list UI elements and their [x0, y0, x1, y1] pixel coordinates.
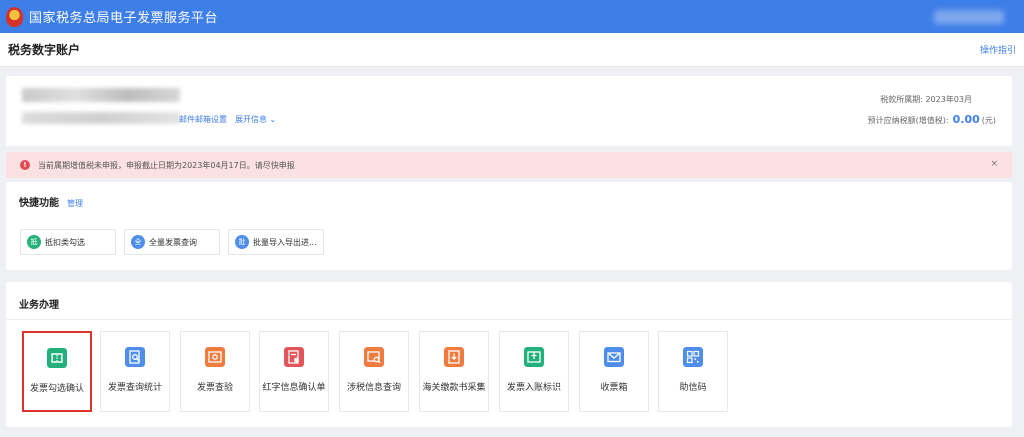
- account-summary-card: 邮件邮箱设置 展开信息 ⌄ 税款所属期: 2023年03月 预计应纳税额(增值税…: [6, 76, 1012, 146]
- full-query-badge-icon: 全: [131, 235, 145, 249]
- operation-guide-link[interactable]: 操作指引: [980, 43, 1016, 56]
- tile-invoice-verify[interactable]: 发票查验: [180, 331, 250, 412]
- tile-credit-code[interactable]: 助信码: [658, 331, 728, 412]
- red-letter-icon: [284, 347, 304, 367]
- quick-item-deduction-selection[interactable]: 抵 抵扣类勾选: [20, 229, 116, 255]
- page-title: 税务数字账户: [8, 43, 81, 57]
- batch-badge-icon: 批: [235, 235, 249, 249]
- inbox-icon: [604, 347, 624, 367]
- tile-label: 海关缴款书采集: [422, 383, 486, 393]
- quick-item-label: 抵扣类勾选: [45, 237, 85, 247]
- tile-inbox[interactable]: 收票箱: [579, 331, 649, 412]
- tax-period-label: 税款所属期:: [880, 95, 923, 104]
- tile-tax-info-query[interactable]: 涉税信息查询: [339, 331, 409, 412]
- app-title: 国家税务总局电子发票服务平台: [29, 11, 219, 26]
- quick-item-label: 全量发票查询: [149, 237, 197, 247]
- estimated-tax-label: 预计应纳税额(增值税):: [867, 116, 949, 125]
- tile-label: 助信码: [679, 383, 707, 393]
- business-card: 业务办理 发票勾选确认 发票查询统计 发票查验 红字信息确认单 涉税信息查询 海…: [6, 282, 1012, 427]
- tile-label: 涉税信息查询: [346, 383, 401, 393]
- quick-item-label: 批量导入导出进...: [253, 237, 317, 247]
- company-name-redacted: [22, 88, 180, 102]
- divider: [6, 319, 1012, 320]
- alert-icon: !: [20, 160, 30, 170]
- tax-period: 税款所属期: 2023年03月: [880, 94, 972, 105]
- estimated-tax-value: 0.00: [952, 113, 980, 126]
- estimated-tax: 预计应纳税额(增值税): 0.00 (元): [868, 113, 996, 126]
- alert-text: 当前属期增值税未申报，申报截止日期为2023年04月17日。请尽快申报: [38, 160, 295, 170]
- invoice-check-icon: [47, 348, 67, 368]
- invoice-search-icon: [125, 347, 145, 367]
- email-settings-link[interactable]: 邮件邮箱设置: [179, 114, 227, 125]
- customs-payment-icon: [444, 347, 464, 367]
- expand-info-link[interactable]: 展开信息 ⌄: [235, 114, 276, 125]
- quick-functions-title: 快捷功能: [19, 198, 59, 209]
- tile-invoice-posting-mark[interactable]: 发票入账标识: [499, 331, 569, 412]
- tile-label: 发票查验: [196, 383, 233, 393]
- estimated-tax-unit: (元): [981, 116, 996, 125]
- tax-period-value: 2023年03月: [925, 95, 972, 104]
- tile-invoice-check-confirm[interactable]: 发票勾选确认: [22, 331, 92, 412]
- tile-label: 发票查询统计: [107, 383, 162, 393]
- declaration-alert: ! 当前属期增值税未申报，申报截止日期为2023年04月17日。请尽快申报 ×: [6, 152, 1012, 178]
- manage-link[interactable]: 管理: [67, 198, 83, 209]
- tile-invoice-query-stats[interactable]: 发票查询统计: [100, 331, 170, 412]
- business-title: 业务办理: [19, 300, 59, 311]
- tile-label: 发票勾选确认: [29, 384, 84, 394]
- deduction-badge-icon: 抵: [27, 235, 41, 249]
- page-titlebar: 税务数字账户 操作指引: [0, 33, 1024, 67]
- quick-item-batch-import-export[interactable]: 批 批量导入导出进...: [228, 229, 324, 255]
- qr-code-icon: [683, 347, 703, 367]
- tile-customs-payment-collect[interactable]: 海关缴款书采集: [419, 331, 489, 412]
- tax-info-icon: [364, 347, 384, 367]
- invoice-verify-icon: [205, 347, 225, 367]
- close-icon[interactable]: ×: [990, 159, 998, 169]
- tile-red-letter-confirm[interactable]: 红字信息确认单: [259, 331, 329, 412]
- quick-functions-card: 快捷功能 管理 抵 抵扣类勾选 全 全量发票查询 批 批量导入导出进...: [6, 182, 1012, 270]
- national-emblem-icon: [6, 6, 23, 27]
- quick-item-full-invoice-query[interactable]: 全 全量发票查询: [124, 229, 220, 255]
- top-header: 国家税务总局电子发票服务平台: [0, 0, 1024, 33]
- user-info-redacted: [934, 10, 1004, 24]
- invoice-posting-icon: [524, 347, 544, 367]
- tile-label: 发票入账标识: [506, 383, 561, 393]
- tile-label: 收票箱: [600, 383, 628, 393]
- tile-label: 红字信息确认单: [262, 383, 326, 393]
- tax-id-redacted: [22, 112, 180, 124]
